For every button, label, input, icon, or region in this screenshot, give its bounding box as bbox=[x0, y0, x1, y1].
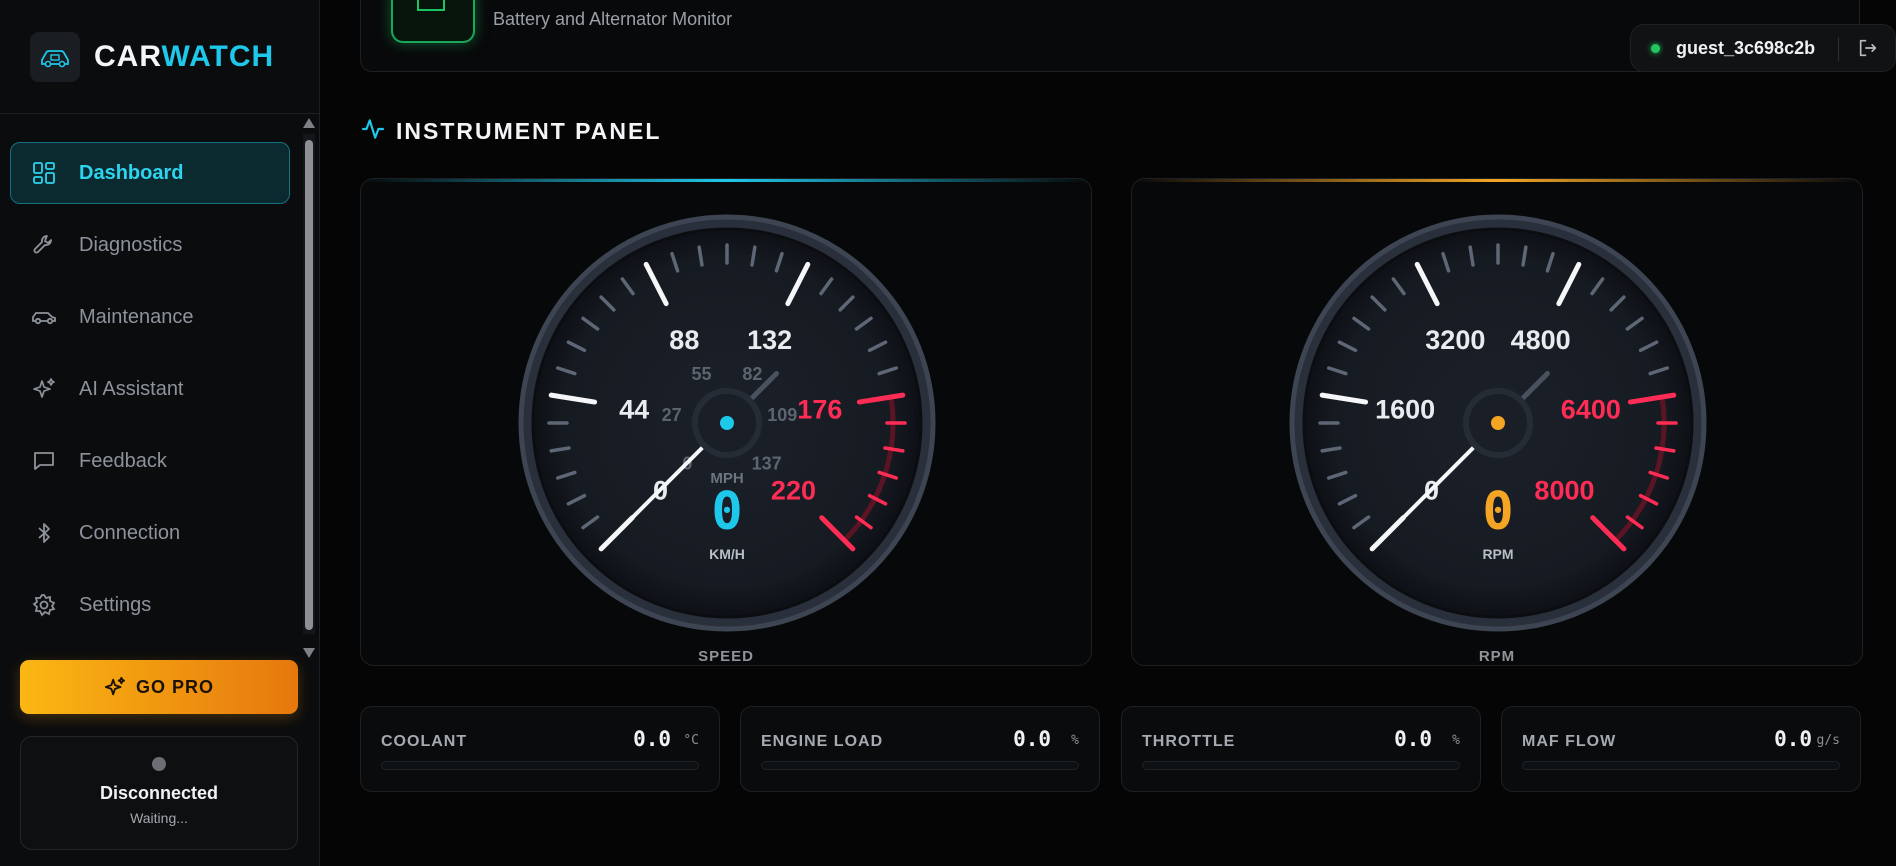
major-tick-label: 220 bbox=[771, 475, 816, 505]
brand[interactable]: CARWATCH bbox=[0, 0, 319, 114]
metric-unit: % bbox=[1452, 733, 1460, 748]
secondary-tick-label: 55 bbox=[692, 364, 712, 384]
user-menu[interactable]: guest_3c698c2b bbox=[1630, 24, 1896, 72]
major-tick-label: 176 bbox=[797, 394, 842, 424]
metric-name: COOLANT bbox=[381, 733, 468, 750]
metric-name: ENGINE LOAD bbox=[761, 733, 884, 750]
activity-icon bbox=[360, 116, 386, 147]
logout-icon[interactable] bbox=[1857, 37, 1879, 59]
secondary-tick-label: 82 bbox=[742, 364, 762, 384]
battery-icon bbox=[391, 0, 475, 43]
section-title-text: INSTRUMENT PANEL bbox=[396, 118, 662, 144]
username: guest_3c698c2b bbox=[1676, 37, 1816, 58]
secondary-tick-label: 137 bbox=[752, 454, 782, 474]
battery-monitor-subtitle: Battery and Alternator Monitor bbox=[493, 9, 733, 29]
sidebar-item-ai-assistant[interactable]: AI Assistant bbox=[10, 358, 290, 420]
metric-unit: °C bbox=[683, 733, 699, 748]
metric-value: 0.0 bbox=[1013, 727, 1051, 751]
sidebar-item-label: Diagnostics bbox=[79, 233, 183, 256]
metric-bar bbox=[761, 761, 1079, 770]
secondary-tick-label: 109 bbox=[767, 405, 797, 425]
speedometer: 044881321762200275582109137MPH0KM/H bbox=[518, 214, 936, 632]
major-tick-label: 1600 bbox=[1375, 394, 1435, 424]
major-tick-label: 132 bbox=[747, 325, 792, 355]
sidebar-nav: Dashboard Diagnostics Maintenance AI Ass… bbox=[10, 142, 290, 646]
sidebar-item-label: Feedback bbox=[79, 449, 167, 472]
sidebar-item-label: Dashboard bbox=[79, 161, 184, 184]
car-chip-icon bbox=[30, 31, 80, 82]
wrench-icon bbox=[31, 232, 57, 258]
metric-bar bbox=[1142, 761, 1460, 770]
speed-gauge-label: SPEED bbox=[698, 648, 754, 665]
connection-status-card: Disconnected Waiting... bbox=[20, 736, 298, 850]
metric-throttle: THROTTLE 0.0 % bbox=[1121, 706, 1481, 792]
sparkles-icon bbox=[104, 676, 126, 698]
section-title: INSTRUMENT PANEL bbox=[360, 116, 661, 147]
rpm-gauge-card: 0160032004800640080000RPM RPM bbox=[1131, 178, 1863, 666]
metric-bar bbox=[1522, 761, 1840, 770]
metric-value: 0.0 bbox=[1774, 727, 1812, 751]
major-tick-label: 44 bbox=[619, 394, 649, 424]
metric-maf-flow: MAF FLOW 0.0 g/s bbox=[1501, 706, 1861, 792]
scroll-thumb[interactable] bbox=[305, 140, 313, 630]
grid-icon bbox=[31, 160, 57, 186]
brand-name: CARWATCH bbox=[94, 40, 274, 74]
scroll-down-arrow-icon[interactable] bbox=[303, 648, 315, 658]
connection-status-dot bbox=[152, 757, 166, 771]
gauge-hub-dot bbox=[1491, 416, 1505, 430]
secondary-tick-label: 27 bbox=[662, 405, 682, 425]
sidebar-item-connection[interactable]: Connection bbox=[10, 502, 290, 564]
metric-unit: g/s bbox=[1816, 733, 1840, 748]
metric-engine-load: ENGINE LOAD 0.0 % bbox=[740, 706, 1100, 792]
car-icon bbox=[31, 304, 57, 330]
digital-readout: 0 bbox=[1482, 482, 1513, 542]
sparkles-icon bbox=[31, 376, 57, 402]
major-tick-label: 8000 bbox=[1534, 475, 1594, 505]
sidebar-item-label: Maintenance bbox=[79, 305, 194, 328]
connection-status: Disconnected bbox=[99, 783, 219, 803]
scroll-up-arrow-icon[interactable] bbox=[303, 118, 315, 128]
major-tick-label: 6400 bbox=[1561, 394, 1621, 424]
sidebar-item-diagnostics[interactable]: Diagnostics bbox=[10, 214, 290, 276]
metric-name: MAF FLOW bbox=[1522, 733, 1617, 750]
major-tick-label: 3200 bbox=[1425, 325, 1485, 355]
brand-name-part-b: WATCH bbox=[161, 39, 275, 73]
sidebar-scrollbar[interactable] bbox=[302, 116, 316, 660]
chat-icon bbox=[31, 448, 57, 474]
speed-gauge-card: 044881321762200275582109137MPH0KM/H SPEE… bbox=[360, 178, 1092, 666]
go-pro-label: GO PRO bbox=[135, 676, 214, 697]
major-tick-label: 4800 bbox=[1511, 325, 1571, 355]
metric-bar bbox=[381, 761, 699, 770]
sidebar-item-feedback[interactable]: Feedback bbox=[10, 430, 290, 492]
divider bbox=[1838, 37, 1839, 61]
gauge-unit: RPM bbox=[1482, 546, 1513, 562]
sidebar-item-label: Connection bbox=[79, 521, 181, 544]
metric-coolant: COOLANT 0.0 °C bbox=[360, 706, 720, 792]
metric-value: 0.0 bbox=[1394, 727, 1432, 751]
metric-unit: % bbox=[1071, 733, 1079, 748]
sidebar-item-dashboard[interactable]: Dashboard bbox=[10, 142, 290, 204]
gear-icon bbox=[31, 592, 57, 618]
digital-readout: 0 bbox=[711, 482, 742, 542]
metric-name: THROTTLE bbox=[1142, 733, 1236, 750]
online-status-dot bbox=[1651, 43, 1660, 53]
bluetooth-icon bbox=[31, 520, 57, 546]
sidebar-item-label: Settings bbox=[79, 593, 152, 616]
gauge-unit: KM/H bbox=[709, 546, 745, 562]
sidebar-item-label: AI Assistant bbox=[79, 377, 184, 400]
rpm-gauge-label: RPM bbox=[1478, 648, 1516, 665]
sidebar-item-settings[interactable]: Settings bbox=[10, 574, 290, 636]
connection-substatus: Waiting... bbox=[130, 810, 188, 826]
gauge-hub-dot bbox=[720, 416, 734, 430]
brand-name-part-a: CAR bbox=[94, 39, 162, 73]
metric-value: 0.0 bbox=[633, 727, 671, 751]
go-pro-button[interactable]: GO PRO bbox=[20, 660, 298, 714]
major-tick-label: 88 bbox=[669, 325, 699, 355]
sidebar-item-maintenance[interactable]: Maintenance bbox=[10, 286, 290, 348]
sidebar: CARWATCH Dashboard Diagnostics Maintenan… bbox=[0, 0, 320, 866]
tachometer: 0160032004800640080000RPM bbox=[1289, 214, 1707, 632]
